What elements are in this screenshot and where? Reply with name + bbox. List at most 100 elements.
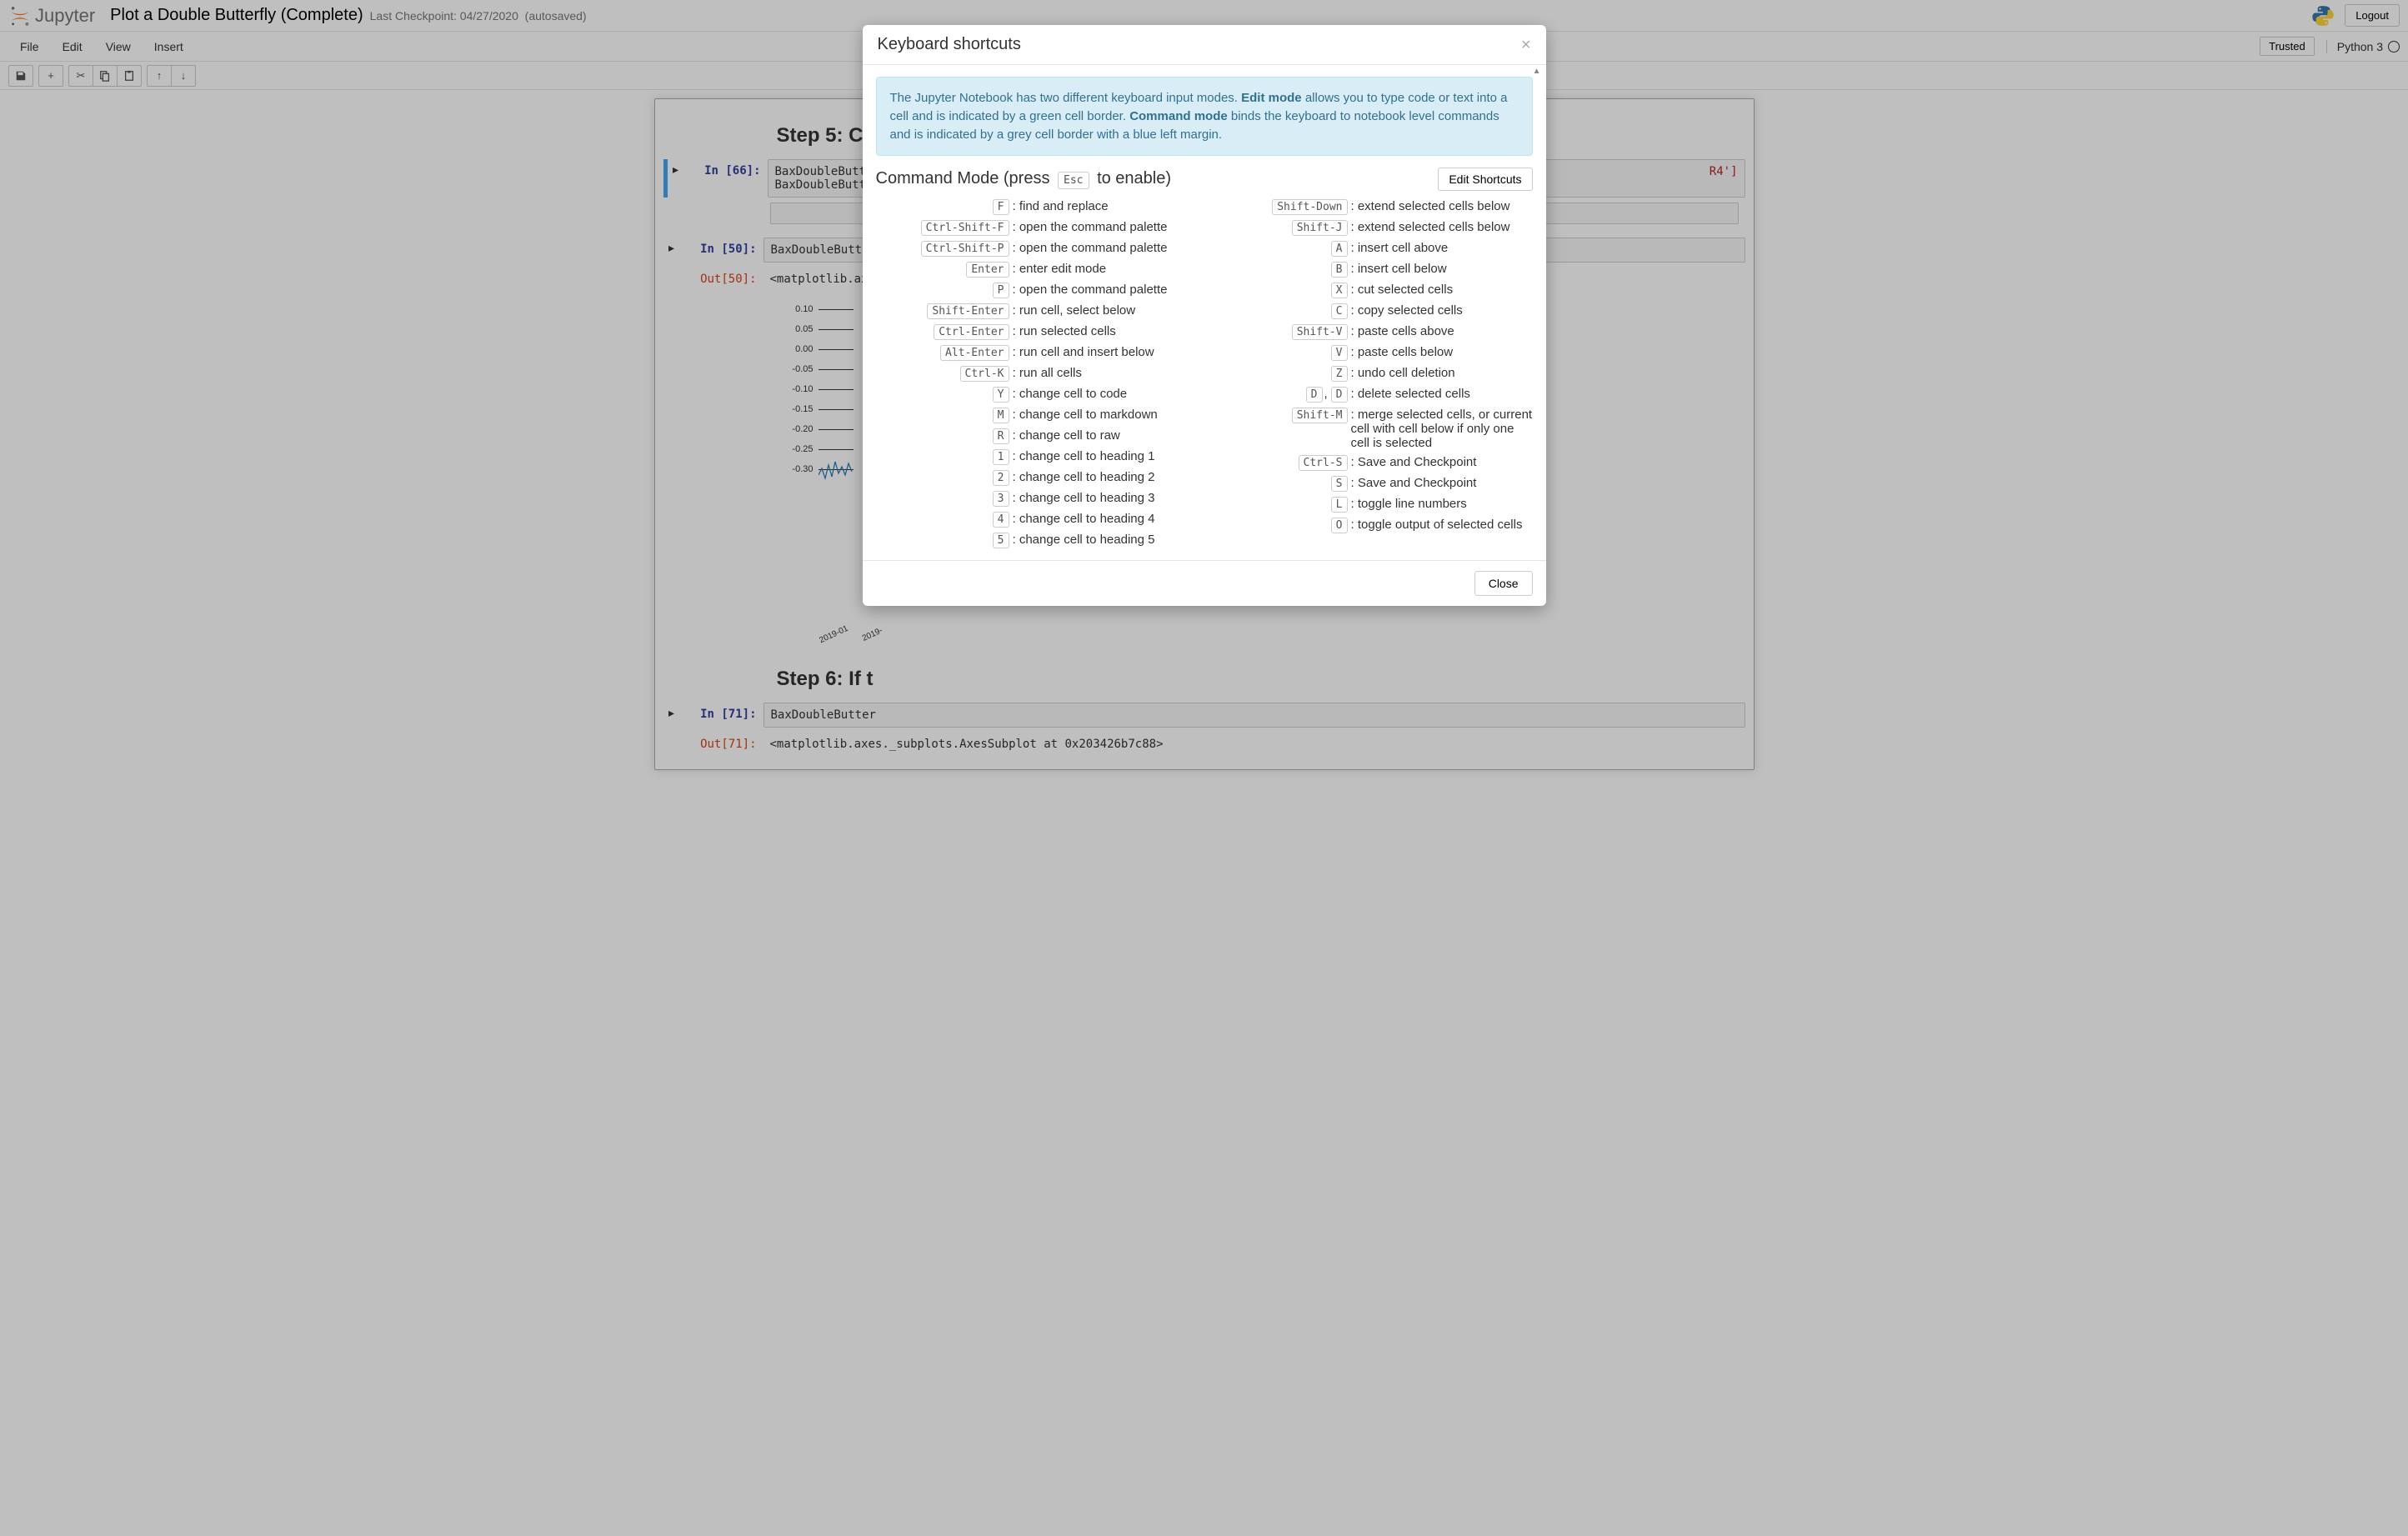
shortcut-keys: O — [1214, 518, 1348, 533]
key: Ctrl-S — [1299, 455, 1348, 471]
shortcut-row: Ctrl-Shift-Popen the command palette — [876, 241, 1194, 257]
shortcut-keys: Ctrl-Enter — [876, 324, 1009, 340]
key: S — [1331, 476, 1348, 492]
shortcut-row: Vpaste cells below — [1214, 345, 1533, 361]
edit-shortcuts-button[interactable]: Edit Shortcuts — [1438, 168, 1532, 191]
shortcut-desc: open the command palette — [1009, 283, 1194, 297]
shortcut-row: Mchange cell to markdown — [876, 408, 1194, 423]
shortcut-keys: D,D — [1214, 387, 1348, 403]
shortcut-desc: change cell to heading 4 — [1009, 512, 1194, 526]
shortcut-keys: Shift-V — [1214, 324, 1348, 340]
shortcut-keys: Z — [1214, 366, 1348, 382]
key: 5 — [993, 533, 1009, 548]
shortcut-desc: run all cells — [1009, 366, 1194, 380]
modal-header: Keyboard shortcuts × — [863, 25, 1546, 65]
shortcut-row: 3change cell to heading 3 — [876, 491, 1194, 507]
key: 3 — [993, 491, 1009, 507]
shortcut-keys: Shift-Down — [1214, 199, 1348, 215]
shortcut-desc: run cell and insert below — [1009, 345, 1194, 359]
shortcut-desc: toggle output of selected cells — [1348, 518, 1533, 532]
esc-key: Esc — [1058, 172, 1089, 189]
shortcut-desc: insert cell above — [1348, 241, 1533, 255]
key: Shift-V — [1292, 324, 1348, 340]
key: Y — [993, 387, 1009, 403]
shortcut-row: Ccopy selected cells — [1214, 303, 1533, 319]
shortcut-keys: Shift-M — [1214, 408, 1348, 423]
info-banner: The Jupyter Notebook has two different k… — [876, 77, 1533, 156]
key: X — [1331, 283, 1348, 298]
shortcut-desc: open the command palette — [1009, 220, 1194, 234]
key: 1 — [993, 449, 1009, 465]
modal-body[interactable]: ▲ The Jupyter Notebook has two different… — [863, 65, 1546, 560]
modal-backdrop[interactable]: Keyboard shortcuts × ▲ The Jupyter Noteb… — [0, 0, 2408, 1536]
shortcut-keys: S — [1214, 476, 1348, 492]
shortcut-row: Xcut selected cells — [1214, 283, 1533, 298]
shortcut-desc: extend selected cells below — [1348, 220, 1533, 234]
shortcut-row: Binsert cell below — [1214, 262, 1533, 278]
shortcut-keys: P — [876, 283, 1009, 298]
shortcut-row: Ctrl-Krun all cells — [876, 366, 1194, 382]
key: Ctrl-K — [960, 366, 1009, 382]
shortcut-desc: merge selected cells, or current cell wi… — [1348, 408, 1533, 450]
key: B — [1331, 262, 1348, 278]
keyboard-shortcuts-modal: Keyboard shortcuts × ▲ The Jupyter Noteb… — [863, 25, 1546, 606]
shortcut-row: Shift-Jextend selected cells below — [1214, 220, 1533, 236]
shortcut-col-right: Shift-Downextend selected cells belowShi… — [1214, 199, 1533, 553]
shortcut-keys: 3 — [876, 491, 1009, 507]
key: Ctrl-Shift-P — [921, 241, 1009, 257]
shortcut-keys: 2 — [876, 470, 1009, 486]
shortcut-keys: 1 — [876, 449, 1009, 465]
shortcut-columns: Ffind and replaceCtrl-Shift-Fopen the co… — [876, 199, 1533, 553]
shortcut-desc: paste cells above — [1348, 324, 1533, 338]
key: Ctrl-Shift-F — [921, 220, 1009, 236]
key: O — [1331, 518, 1348, 533]
shortcut-desc: cut selected cells — [1348, 283, 1533, 297]
shortcut-desc: change cell to raw — [1009, 428, 1194, 443]
shortcut-row: 1change cell to heading 1 — [876, 449, 1194, 465]
shortcut-row: Ltoggle line numbers — [1214, 497, 1533, 513]
modal-title: Keyboard shortcuts — [878, 35, 1021, 54]
shortcut-desc: toggle line numbers — [1348, 497, 1533, 511]
shortcut-row: Ychange cell to code — [876, 387, 1194, 403]
modal-footer: Close — [863, 560, 1546, 606]
shortcut-desc: change cell to markdown — [1009, 408, 1194, 422]
shortcut-desc: run cell, select below — [1009, 303, 1194, 318]
shortcut-row: Ctrl-SSave and Checkpoint — [1214, 455, 1533, 471]
shortcut-keys: Alt-Enter — [876, 345, 1009, 361]
shortcut-desc: extend selected cells below — [1348, 199, 1533, 213]
shortcut-keys: Ctrl-Shift-P — [876, 241, 1009, 257]
shortcut-row: Popen the command palette — [876, 283, 1194, 298]
shortcut-desc: Save and Checkpoint — [1348, 476, 1533, 490]
shortcut-row: Enterenter edit mode — [876, 262, 1194, 278]
shortcut-keys: C — [1214, 303, 1348, 319]
shortcut-keys: Ctrl-K — [876, 366, 1009, 382]
shortcut-desc: delete selected cells — [1348, 387, 1533, 401]
key: D — [1331, 387, 1348, 403]
shortcut-keys: B — [1214, 262, 1348, 278]
shortcut-row: Otoggle output of selected cells — [1214, 518, 1533, 533]
close-button[interactable]: Close — [1474, 571, 1533, 596]
key: Ctrl-Enter — [934, 324, 1009, 340]
key: R — [993, 428, 1009, 444]
shortcut-row: Ainsert cell above — [1214, 241, 1533, 257]
key: V — [1331, 345, 1348, 361]
command-mode-heading: Command Mode (press Esc to enable) Edit … — [876, 168, 1533, 191]
shortcut-desc: Save and Checkpoint — [1348, 455, 1533, 469]
shortcut-keys: M — [876, 408, 1009, 423]
close-icon[interactable]: × — [1521, 37, 1531, 53]
key: P — [993, 283, 1009, 298]
shortcut-row: Zundo cell deletion — [1214, 366, 1533, 382]
key: 2 — [993, 470, 1009, 486]
shortcut-keys: R — [876, 428, 1009, 444]
key: Shift-M — [1292, 408, 1348, 423]
shortcut-row: Alt-Enterrun cell and insert below — [876, 345, 1194, 361]
shortcut-keys: Shift-J — [1214, 220, 1348, 236]
shortcut-desc: change cell to heading 2 — [1009, 470, 1194, 484]
key: A — [1331, 241, 1348, 257]
shortcut-keys: 4 — [876, 512, 1009, 528]
key: Alt-Enter — [940, 345, 1009, 361]
shortcut-keys: 5 — [876, 533, 1009, 548]
key: M — [993, 408, 1009, 423]
shortcut-desc: change cell to heading 3 — [1009, 491, 1194, 505]
shortcut-keys: Ctrl-Shift-F — [876, 220, 1009, 236]
